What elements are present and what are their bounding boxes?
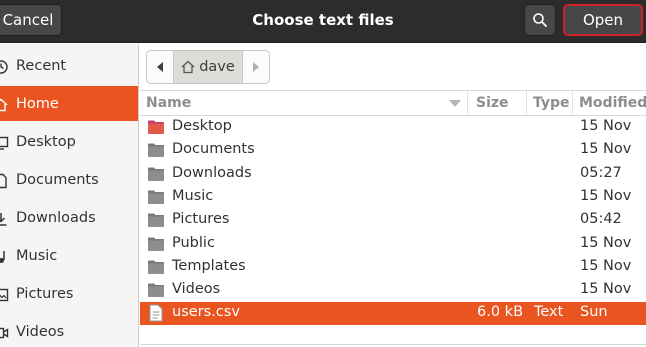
file-modified: 15 Nov [580, 141, 632, 158]
clock-icon [0, 59, 8, 74]
file-modified: 15 Nov [580, 281, 632, 298]
sidebar-item-label: Pictures [16, 285, 74, 302]
path-back-button[interactable] [147, 51, 173, 83]
sidebar-item-label: Videos [16, 323, 65, 340]
sidebar-item-downloads[interactable]: Downloads [0, 200, 138, 235]
folder-icon [148, 237, 164, 251]
header-bar: Cancel Choose text files Open [0, 0, 646, 43]
cancel-button[interactable]: Cancel [0, 4, 62, 36]
sidebar-item-label: Music [16, 247, 58, 264]
file-name: Pictures [172, 211, 230, 228]
folder-icon [148, 167, 164, 181]
file-row[interactable]: Documents 15 Nov [140, 139, 646, 162]
file-size: 6.0 kB [477, 304, 524, 321]
sidebar-item-label: Home [16, 95, 59, 112]
folder-icon [148, 213, 164, 228]
file-modified: 15 Nov [580, 118, 632, 134]
folder-icon [148, 190, 164, 204]
file-modified: Sun [580, 304, 608, 321]
path-forward-button[interactable] [243, 51, 269, 83]
file-modified: 05:42 [580, 211, 622, 228]
home-icon [0, 97, 8, 111]
file-row[interactable]: Desktop 15 Nov [140, 116, 646, 139]
column-separator[interactable] [467, 91, 468, 115]
file-type: Text [534, 304, 564, 321]
sidebar-item-documents[interactable]: Documents [0, 162, 138, 197]
file-modified: 15 Nov [580, 257, 632, 274]
sidebar-item-label: Downloads [16, 209, 96, 226]
column-separator[interactable] [526, 91, 527, 115]
chevron-right-icon [253, 62, 259, 72]
sidebar-item-label: Recent [16, 57, 67, 74]
music-icon [0, 249, 8, 263]
chevron-left-icon [157, 62, 163, 72]
file-name: Templates [172, 257, 246, 274]
pictures-icon [0, 287, 9, 301]
file-row[interactable]: Videos 15 Nov [140, 279, 646, 302]
text-file-icon [149, 304, 163, 322]
sidebar-item-music[interactable]: Music [0, 238, 138, 273]
path-crumb-home[interactable]: dave [173, 51, 243, 83]
desktop-icon [0, 135, 9, 150]
file-name: Desktop [172, 118, 232, 134]
folder-icon [148, 143, 164, 158]
folder-icon [148, 260, 164, 274]
list-header: Name Size Type Modified [140, 90, 646, 116]
path-bar: dave [146, 50, 270, 84]
file-modified: 15 Nov [580, 187, 632, 204]
sidebar-item-pictures[interactable]: Pictures [0, 276, 138, 311]
list-bottom-border [140, 344, 646, 345]
column-type-header[interactable]: Type [533, 95, 570, 111]
column-size-header[interactable]: Size [476, 95, 509, 111]
file-name: Downloads [172, 164, 252, 181]
desktop-folder-icon [148, 120, 164, 134]
file-name: users.csv [172, 304, 240, 321]
sidebar-item-desktop[interactable]: Desktop [0, 124, 138, 159]
sidebar-item-label: Documents [16, 171, 99, 188]
open-button[interactable]: Open [563, 4, 643, 36]
file-name: Videos [172, 281, 221, 298]
folder-icon [148, 283, 164, 298]
file-modified: 15 Nov [580, 234, 632, 251]
file-row[interactable]: Templates 15 Nov [140, 256, 646, 279]
videos-icon [0, 325, 9, 339]
file-row[interactable]: Pictures 05:42 [140, 209, 646, 232]
downloads-icon [0, 211, 8, 226]
sidebar-item-home[interactable]: Home [0, 86, 138, 121]
file-row[interactable]: Downloads 05:27 [140, 163, 646, 186]
documents-icon [0, 173, 8, 188]
file-row[interactable]: users.csv 6.0 kB Text Sun [140, 302, 646, 326]
column-separator[interactable] [572, 91, 573, 115]
column-name-header[interactable]: Name [146, 95, 191, 111]
file-name: Public [172, 234, 215, 251]
sidebar-item-videos[interactable]: Videos [0, 314, 138, 347]
file-row[interactable]: Public 15 Nov [140, 233, 646, 256]
path-crumb-label: dave [199, 59, 235, 75]
sidebar-item-label: Desktop [16, 133, 76, 150]
sort-descending-icon [449, 100, 461, 107]
column-modified-header[interactable]: Modified [579, 95, 646, 111]
search-button[interactable] [524, 4, 556, 36]
home-icon [181, 60, 195, 74]
file-row[interactable]: Music 15 Nov [140, 186, 646, 209]
file-name: Documents [172, 141, 255, 158]
file-modified: 05:27 [580, 164, 622, 181]
file-name: Music [172, 187, 214, 204]
sidebar-item-recent[interactable]: Recent [0, 48, 138, 83]
search-icon [533, 13, 547, 27]
